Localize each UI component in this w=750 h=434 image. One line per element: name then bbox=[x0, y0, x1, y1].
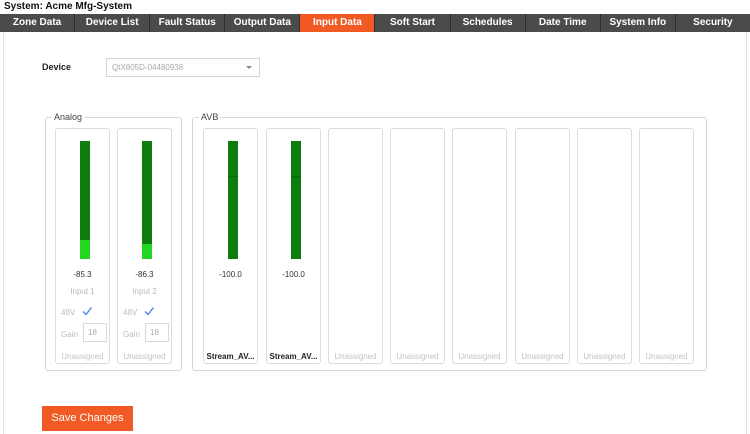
assignment-label[interactable]: Stream_AV... bbox=[267, 352, 320, 361]
assignment-label: Unassigned bbox=[61, 352, 104, 361]
level-readout: -86.3 bbox=[135, 270, 154, 279]
tab-date-time[interactable]: Date Time bbox=[525, 14, 601, 32]
level-readout: -100.0 bbox=[282, 270, 305, 279]
gain-label: Gain bbox=[123, 330, 140, 339]
avb-channel-card-3: Unassigned bbox=[328, 128, 383, 364]
tab-security[interactable]: Security bbox=[675, 14, 750, 32]
assignment-label: Unassigned bbox=[396, 352, 439, 361]
level-meter bbox=[291, 141, 301, 259]
system-title: System: Acme Mfg-System bbox=[4, 1, 133, 12]
save-changes-button[interactable]: Save Changes bbox=[42, 406, 133, 431]
phantom-power-label: 48V bbox=[123, 308, 138, 317]
assignment-label: Unassigned bbox=[521, 352, 564, 361]
level-readout: -85.3 bbox=[73, 270, 92, 279]
phantom-power-check-icon[interactable] bbox=[143, 305, 155, 317]
assignment-label[interactable]: Stream_AV... bbox=[204, 352, 257, 361]
assignment-label: Unassigned bbox=[334, 352, 377, 361]
tab-system-info[interactable]: System Info bbox=[600, 14, 676, 32]
avb-channel-card-4: Unassigned bbox=[390, 128, 445, 364]
phantom-power-label: 48V bbox=[61, 308, 76, 317]
input-name: Input 2 bbox=[132, 287, 157, 296]
analog-group-title: Analog bbox=[52, 111, 85, 123]
avb-channel-card-2: -100.0 Stream_AV... bbox=[266, 128, 321, 364]
avb-channel-card-5: Unassigned bbox=[452, 128, 507, 364]
avb-group-title: AVB bbox=[199, 111, 221, 123]
analog-channel-card-2: -86.3 Input 2 48V Gain 18 Unassigned bbox=[117, 128, 172, 364]
device-select[interactable]: QtX805D-04480938 bbox=[106, 58, 260, 77]
level-meter bbox=[228, 141, 238, 259]
tab-zone-data[interactable]: Zone Data bbox=[0, 14, 76, 32]
meter-tick bbox=[291, 176, 301, 177]
chevron-down-icon bbox=[246, 66, 252, 69]
assignment-label: Unassigned bbox=[645, 352, 688, 361]
avb-channel-card-8: Unassigned bbox=[639, 128, 694, 364]
tab-fault-status[interactable]: Fault Status bbox=[150, 14, 226, 32]
avb-channel-card-6: Unassigned bbox=[515, 128, 570, 364]
phantom-power-check-icon[interactable] bbox=[81, 305, 93, 317]
main-tab-bar: Zone Data Device List Fault Status Outpu… bbox=[0, 14, 750, 32]
assignment-label: Unassigned bbox=[583, 352, 626, 361]
assignment-label: Unassigned bbox=[123, 352, 166, 361]
tab-soft-start[interactable]: Soft Start bbox=[375, 14, 451, 32]
device-select-value: QtX805D-04480938 bbox=[112, 63, 184, 72]
analog-channel-card-1: -85.3 Input 1 48V Gain 18 Unassigned bbox=[55, 128, 110, 364]
avb-channel-card-1: -100.0 Stream_AV... bbox=[203, 128, 258, 364]
gain-label: Gain bbox=[61, 330, 78, 339]
gain-input[interactable]: 18 bbox=[83, 323, 107, 342]
level-readout: -100.0 bbox=[219, 270, 242, 279]
level-meter bbox=[142, 141, 152, 259]
level-meter-fill bbox=[142, 243, 152, 259]
avb-channel-card-7: Unassigned bbox=[577, 128, 632, 364]
tab-input-data[interactable]: Input Data bbox=[300, 14, 376, 32]
tab-schedules[interactable]: Schedules bbox=[450, 14, 526, 32]
level-meter-fill bbox=[80, 240, 90, 259]
meter-tick bbox=[228, 176, 238, 177]
assignment-label: Unassigned bbox=[458, 352, 501, 361]
input-name: Input 1 bbox=[70, 287, 95, 296]
device-label: Device bbox=[42, 62, 72, 72]
tab-output-data[interactable]: Output Data bbox=[225, 14, 301, 32]
gain-input[interactable]: 18 bbox=[145, 323, 169, 342]
tab-device-list[interactable]: Device List bbox=[75, 14, 151, 32]
level-meter bbox=[80, 141, 90, 259]
